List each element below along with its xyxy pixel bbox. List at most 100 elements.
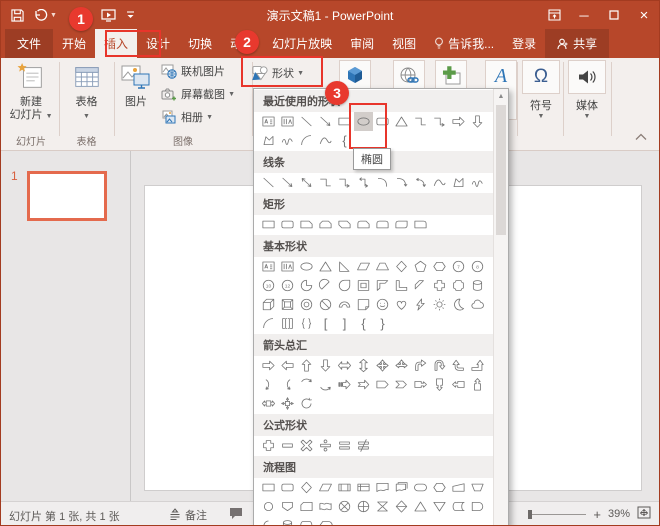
shape-freeform-icon[interactable] (259, 131, 278, 150)
shape-dodecagon-icon[interactable]: 12 (278, 276, 297, 295)
close-icon[interactable]: × (629, 1, 659, 29)
shape-curved-arrow-connector-icon[interactable] (392, 173, 411, 192)
tab-home[interactable]: 开始 (53, 29, 95, 58)
shape-quad-arrow-icon[interactable] (373, 356, 392, 375)
shape-snip-same-side-corners-rectangle-icon[interactable] (316, 215, 335, 234)
shape-arrow-icon[interactable] (278, 173, 297, 192)
screenshot-dropdown-icon[interactable]: ▼ (228, 91, 235, 98)
shape-off-page-connector-icon[interactable] (278, 497, 297, 516)
shape-bent-arrow-icon[interactable] (411, 356, 430, 375)
shape-connector-icon[interactable] (259, 497, 278, 516)
shape-left-up-arrow-icon[interactable] (449, 356, 468, 375)
shape-right-arrow-callout-icon[interactable] (411, 375, 430, 394)
shape-left-right-up-arrow-icon[interactable] (392, 356, 411, 375)
zoom-slider-thumb[interactable] (528, 510, 532, 519)
shape-oval-icon[interactable] (297, 257, 316, 276)
shape-terminator-icon[interactable] (411, 478, 430, 497)
shape-rectangle-icon[interactable] (259, 215, 278, 234)
shape-pentagon-icon[interactable] (411, 257, 430, 276)
shapes-dropdown-icon[interactable]: ▼ (297, 70, 304, 77)
shape-scribble-icon[interactable] (468, 173, 487, 192)
shape-scribble-icon[interactable] (278, 131, 297, 150)
shape-multiplication-icon[interactable] (297, 436, 316, 455)
shape-text-box-icon[interactable] (259, 257, 278, 276)
shape-snip-single-corner-rectangle-icon[interactable] (297, 215, 316, 234)
photo-album-button[interactable]: 相册 ▼ (161, 106, 213, 128)
shape-collate-icon[interactable] (373, 497, 392, 516)
shape-preparation-icon[interactable] (430, 478, 449, 497)
menu-scrollbar[interactable]: ▲ (493, 89, 508, 526)
shape-vertical-text-box-icon[interactable] (278, 257, 297, 276)
shape-cube-icon[interactable] (259, 295, 278, 314)
shape-octagon-icon[interactable]: 8 (468, 257, 487, 276)
shape-punched-tape-icon[interactable] (316, 497, 335, 516)
tab-sign-in[interactable]: 登录 (503, 29, 545, 58)
shape-left-bracket-icon[interactable]: [ (316, 314, 335, 333)
shape-heptagon-icon[interactable]: 7 (449, 257, 468, 276)
shape-vertical-text-box-icon[interactable] (278, 112, 297, 131)
shape-right-triangle-icon[interactable] (335, 257, 354, 276)
shape-curved-up-arrow-icon[interactable] (316, 375, 335, 394)
shape-hexagon-icon[interactable] (430, 257, 449, 276)
shape-half-frame-icon[interactable] (373, 276, 392, 295)
screenshot-button[interactable]: 屏幕截图 ▼ (161, 83, 235, 105)
symbols-group-button[interactable]: Ω 符号 ▼ (519, 60, 563, 120)
shape-merge-icon[interactable] (430, 497, 449, 516)
shape-up-arrow-icon[interactable] (297, 356, 316, 375)
zoom-in-icon[interactable]: + (593, 507, 601, 522)
shape-left-brace-icon[interactable]: { (354, 314, 373, 333)
shape-can-icon[interactable] (468, 276, 487, 295)
shape-sort-icon[interactable] (392, 497, 411, 516)
shape-process-icon[interactable] (259, 478, 278, 497)
online-pictures-button[interactable]: 联机图片 (161, 60, 225, 82)
shape-no-symbol-icon[interactable] (316, 295, 335, 314)
tab-share[interactable]: 共享 (545, 29, 609, 58)
shape-not-equal-icon[interactable] (354, 436, 373, 455)
shape-delay-icon[interactable] (468, 497, 487, 516)
shape-cloud-icon[interactable] (468, 295, 487, 314)
zoom-slider[interactable] (528, 514, 586, 515)
shape-chevron-arrow-icon[interactable] (392, 375, 411, 394)
shape-left-arrow-icon[interactable] (278, 356, 297, 375)
tab-transitions[interactable]: 切换 (179, 29, 221, 58)
shape-u-turn-arrow-icon[interactable] (430, 356, 449, 375)
shape-rounded-rectangle-icon[interactable] (373, 112, 392, 131)
shape-stored-data-icon[interactable] (449, 497, 468, 516)
shape-arrow-icon[interactable] (316, 112, 335, 131)
shape-equal-icon[interactable] (335, 436, 354, 455)
shape-elbow-connector-icon[interactable] (411, 112, 430, 131)
media-dropdown-icon[interactable]: ▼ (584, 113, 591, 120)
shape-right-brace-icon[interactable]: } (373, 314, 392, 333)
shape-data-icon[interactable] (316, 478, 335, 497)
symbols-dropdown-icon[interactable]: ▼ (538, 113, 545, 120)
shape-l-shape-icon[interactable] (392, 276, 411, 295)
shape-chord-icon[interactable] (316, 276, 335, 295)
fit-to-window-icon[interactable] (637, 506, 651, 522)
shape-quad-arrow-callout-icon[interactable] (278, 394, 297, 413)
shape-donut-icon[interactable] (297, 295, 316, 314)
shape-curved-down-arrow-icon[interactable] (297, 375, 316, 394)
shape-bent-up-arrow-icon[interactable] (468, 356, 487, 375)
shape-curved-right-arrow-icon[interactable] (259, 375, 278, 394)
scrollbar-thumb[interactable] (496, 105, 506, 235)
shape-circular-arrow-icon[interactable] (297, 394, 316, 413)
shape-left-right-arrow-callout-icon[interactable] (259, 394, 278, 413)
shape-predefined-process-icon[interactable] (335, 478, 354, 497)
maximize-icon[interactable] (599, 1, 629, 29)
shape-folded-corner-icon[interactable] (354, 295, 373, 314)
shape-magnetic-disk-icon[interactable] (278, 516, 297, 526)
tab-tell-me[interactable]: 告诉我... (425, 29, 503, 58)
shape-decagon-icon[interactable]: 10 (259, 276, 278, 295)
shape-trapezoid-icon[interactable] (373, 257, 392, 276)
table-dropdown-icon[interactable]: ▼ (83, 113, 90, 120)
shape-down-arrow-icon[interactable] (316, 356, 335, 375)
shape-arc-icon[interactable] (297, 131, 316, 150)
shape-line-icon[interactable] (259, 173, 278, 192)
shape-moon-icon[interactable] (449, 295, 468, 314)
shape-freeform-icon[interactable] (449, 173, 468, 192)
shape-oval-icon[interactable] (354, 112, 373, 131)
shape-multidocument-icon[interactable] (392, 478, 411, 497)
shape-left-brace-icon[interactable]: { (335, 131, 354, 150)
ribbon-display-options-icon[interactable] (539, 1, 569, 29)
picture-button[interactable]: 图片 (117, 60, 155, 109)
